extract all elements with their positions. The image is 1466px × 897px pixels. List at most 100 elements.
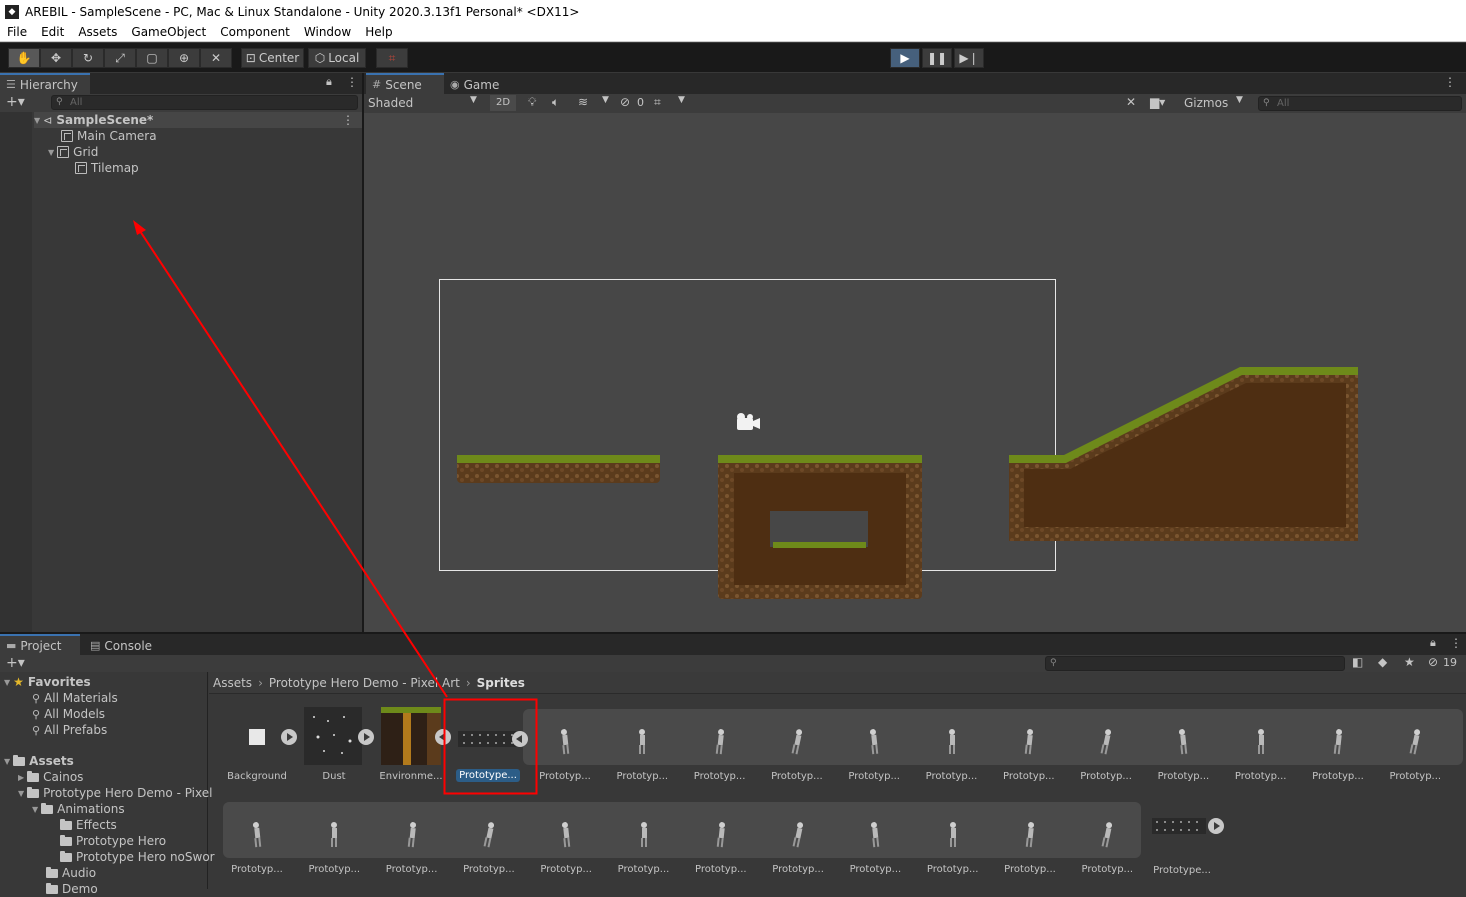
hierarchy-search-input[interactable]: ⚲ All	[51, 95, 358, 110]
project-search-input[interactable]: ⚲	[1045, 656, 1345, 671]
grid-toggle-icon[interactable]: ⌗	[654, 95, 661, 110]
scale-tool-icon[interactable]: ⤢	[104, 48, 136, 68]
menu-edit[interactable]: Edit	[34, 25, 71, 39]
breadcrumb-assets[interactable]: Assets	[213, 676, 252, 690]
sprite-frame[interactable]: Prototyp...	[685, 798, 757, 878]
scene-search-input[interactable]: ⚲ All	[1258, 96, 1462, 111]
dropdown-arrow-icon[interactable]: ▼	[678, 95, 685, 105]
asset-dust[interactable]: Dust	[298, 705, 374, 785]
pivot-local-button[interactable]: ⬡ Local	[308, 48, 366, 68]
menu-window[interactable]: Window	[297, 25, 358, 39]
sprite-frame[interactable]: Prototyp...	[684, 705, 756, 785]
sprite-frame[interactable]: Prototyp...	[1147, 705, 1219, 785]
menu-help[interactable]: Help	[358, 25, 399, 39]
sprite-frame[interactable]: Prototyp...	[221, 798, 293, 878]
favorite-all-models[interactable]: ⚲ All Models	[32, 706, 105, 722]
filter-type-icon[interactable]: ◧	[1352, 655, 1363, 669]
tab-console[interactable]: ▤ Console	[84, 634, 164, 655]
scene-menu-icon[interactable]: ⋮	[342, 113, 354, 127]
hierarchy-item-grid[interactable]: ▼ Grid	[48, 144, 98, 160]
asset-background[interactable]: Background	[221, 705, 297, 785]
add-icon[interactable]: +▾	[6, 655, 25, 671]
tree-item-cainos[interactable]: ▶ Cainos	[18, 769, 83, 785]
tab-game[interactable]: ◉ Game	[444, 73, 514, 94]
add-icon[interactable]: +▾	[6, 94, 25, 110]
move-tool-icon[interactable]: ✥	[40, 48, 72, 68]
tree-item-prototype-hero-demo[interactable]: ▼ Prototype Hero Demo - Pixel	[18, 785, 212, 801]
sprite-frame[interactable]: Prototyp...	[761, 705, 833, 785]
custom-tool-icon[interactable]: ✕	[200, 48, 232, 68]
tree-item-prototype-hero-nosword[interactable]: Prototype Hero noSwor	[60, 849, 215, 865]
expand-arrow-icon[interactable]: ▼	[48, 148, 54, 157]
asset-environment[interactable]: Environme...	[375, 705, 451, 785]
expand-arrow-icon[interactable]: ▼	[4, 678, 10, 687]
favorite-all-materials[interactable]: ⚲ All Materials	[32, 690, 118, 706]
favorite-all-prefabs[interactable]: ⚲ All Prefabs	[32, 722, 107, 738]
expand-arrow-icon[interactable]: ▼	[34, 116, 40, 125]
pivot-center-button[interactable]: ⊡ Center	[241, 48, 304, 68]
menu-file[interactable]: File	[0, 25, 34, 39]
sprite-frame[interactable]: Prototyp...	[298, 798, 370, 878]
pause-button[interactable]: ❚❚	[922, 48, 952, 68]
tab-scene[interactable]: # Scene	[366, 73, 444, 94]
sprite-frame[interactable]: Prototyp...	[917, 798, 989, 878]
gizmos-dropdown[interactable]: Gizmos	[1184, 96, 1228, 110]
lighting-icon[interactable]: 💡︎	[528, 95, 536, 110]
favorites-row[interactable]: ▼ ★ Favorites	[4, 674, 91, 690]
collapse-play-icon[interactable]	[512, 731, 528, 747]
sprite-frame[interactable]: Prototyp...	[376, 798, 448, 878]
tab-project[interactable]: ▬ Project	[0, 634, 80, 655]
breadcrumb-sprites[interactable]: Sprites	[477, 676, 525, 690]
2d-toggle[interactable]: 2D	[490, 95, 516, 111]
sprite-frame[interactable]: Prototyp...	[1302, 705, 1374, 785]
rotate-tool-icon[interactable]: ↻	[72, 48, 104, 68]
sprite-frame[interactable]: Prototyp...	[608, 798, 680, 878]
breadcrumb-prototype-hero-demo[interactable]: Prototype Hero Demo - Pixel Art	[269, 676, 460, 690]
sprite-frame[interactable]: Prototyp...	[916, 705, 988, 785]
sprite-frame[interactable]: Prototyp...	[838, 705, 910, 785]
expand-play-icon[interactable]	[281, 729, 297, 745]
sprite-frame[interactable]: Prototyp...	[1379, 705, 1451, 785]
tree-item-prototype-hero[interactable]: Prototype Hero	[60, 833, 166, 849]
sprite-frame[interactable]: Prototyp...	[839, 798, 911, 878]
step-button[interactable]: ▶❘	[954, 48, 984, 68]
sprite-frame[interactable]: Prototyp...	[529, 705, 601, 785]
expand-arrow-icon[interactable]: ▼	[4, 757, 10, 766]
tree-item-audio[interactable]: Audio	[46, 865, 96, 881]
sprite-frame[interactable]: Prototyp...	[993, 705, 1065, 785]
lock-icon[interactable]: 🔒︎	[1430, 636, 1436, 650]
sprite-frame[interactable]: Prototyp...	[1225, 705, 1297, 785]
sprite-frame[interactable]: Prototyp...	[453, 798, 525, 878]
tree-item-animations[interactable]: ▼ Animations	[32, 801, 125, 817]
dropdown-arrow-icon[interactable]: ▼	[602, 95, 609, 105]
audio-icon[interactable]: 🔈︎	[552, 95, 559, 110]
shading-dropdown[interactable]: Shaded	[368, 96, 413, 110]
grid-snap-icon[interactable]: ⌗	[376, 48, 408, 68]
kebab-menu-icon[interactable]: ⋮	[1444, 75, 1456, 89]
effects-icon[interactable]: ≋	[578, 95, 588, 109]
play-button[interactable]: ▶	[890, 48, 920, 68]
hierarchy-item-tilemap[interactable]: Tilemap	[75, 160, 139, 176]
collapse-arrow-icon[interactable]: ▶	[18, 773, 24, 782]
lock-icon[interactable]: 🔒︎	[326, 75, 332, 89]
scene-row[interactable]: ▼ ⊲ SampleScene* ⋮	[34, 112, 362, 128]
hidden-packages-icon[interactable]: ⊘	[1428, 655, 1438, 669]
tools-icon[interactable]: ✕	[1126, 95, 1136, 109]
kebab-menu-icon[interactable]: ⋮	[346, 75, 358, 89]
hand-tool-icon[interactable]: ✋	[8, 48, 40, 68]
expand-arrow-icon[interactable]: ▼	[18, 789, 24, 798]
sprite-frame[interactable]: Prototyp...	[762, 798, 834, 878]
scene-view[interactable]	[364, 113, 1466, 632]
dropdown-arrow-icon[interactable]: ▼	[1236, 95, 1243, 105]
tab-hierarchy[interactable]: ☰ Hierarchy	[0, 73, 90, 94]
asset-prototype-hero-sheet[interactable]: Prototype...	[452, 705, 528, 785]
sprite-frame[interactable]: Prototyp...	[1071, 798, 1143, 878]
sprite-frame[interactable]: Prototyp...	[1070, 705, 1142, 785]
transform-tool-icon[interactable]: ⊕	[168, 48, 200, 68]
expand-play-icon[interactable]	[358, 729, 374, 745]
favorite-star-icon[interactable]: ★	[1404, 655, 1415, 669]
assets-row[interactable]: ▼ Assets	[4, 753, 74, 769]
menu-assets[interactable]: Assets	[71, 25, 124, 39]
hidden-objects-icon[interactable]: ⊘	[620, 95, 630, 109]
tree-item-effects[interactable]: Effects	[60, 817, 117, 833]
